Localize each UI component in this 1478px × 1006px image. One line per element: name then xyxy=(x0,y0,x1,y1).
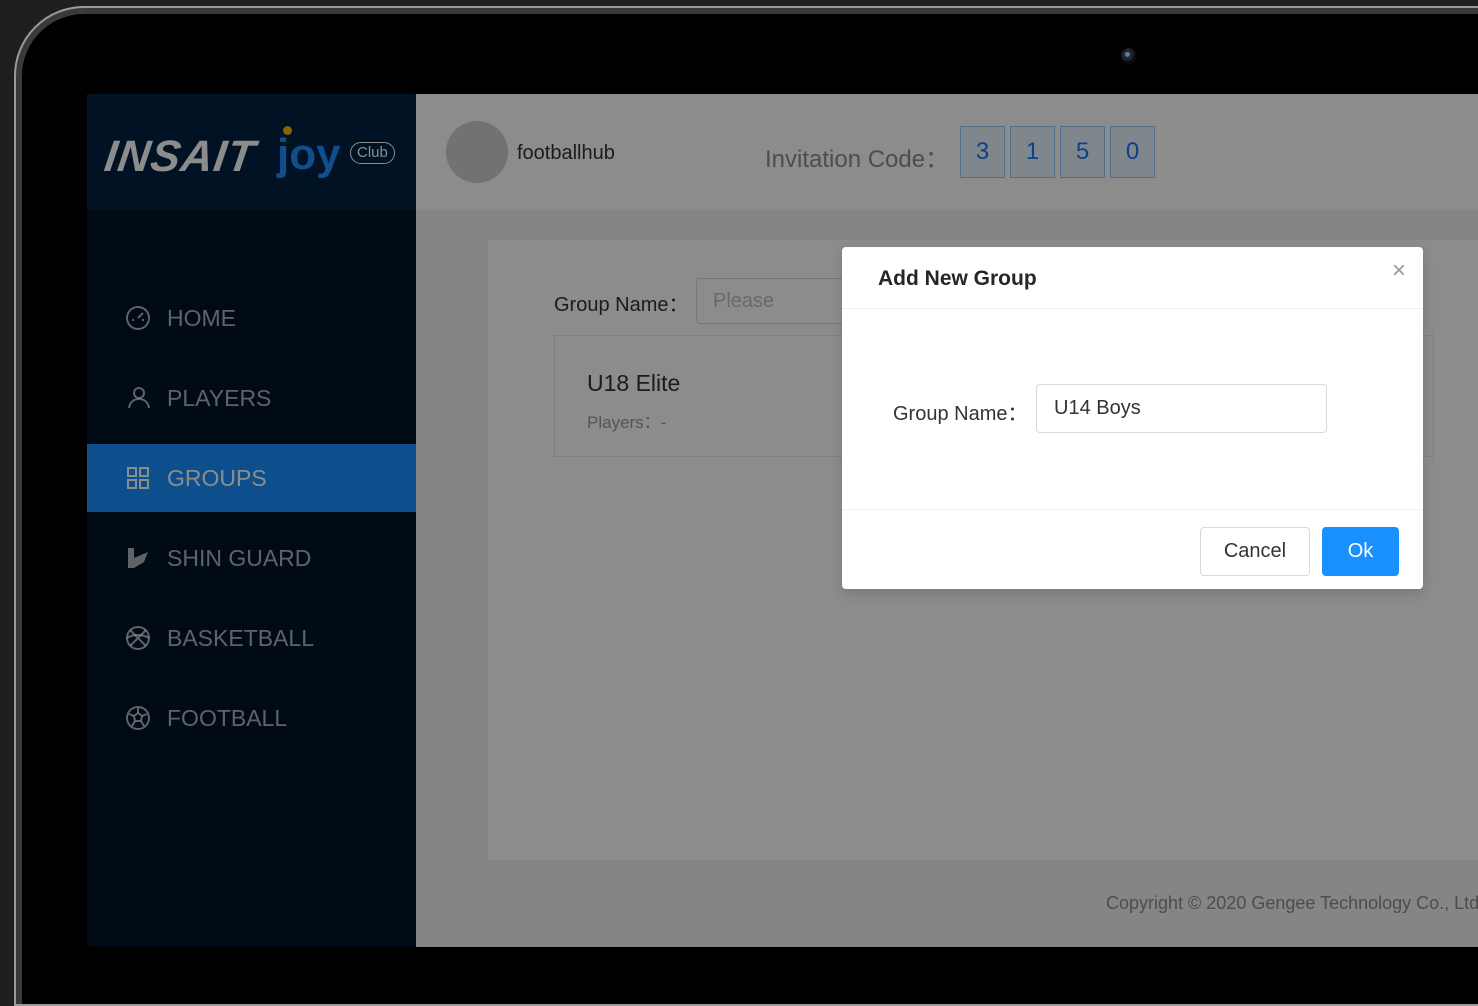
ok-button[interactable]: Ok xyxy=(1322,527,1399,576)
app-screen: INSAIT joy Club HOME PLAYERS GROUPS SHIN… xyxy=(87,94,1478,947)
group-name-input[interactable] xyxy=(1036,384,1327,433)
group-name-label: Group Name： xyxy=(893,403,1028,425)
modal-footer: Cancel Ok xyxy=(842,509,1423,589)
modal-body: Group Name： xyxy=(842,309,1423,509)
webcam xyxy=(1121,48,1137,64)
cancel-button[interactable]: Cancel xyxy=(1200,527,1310,576)
close-icon[interactable]: × xyxy=(1387,259,1411,283)
modal-title: Add New Group xyxy=(878,267,1037,290)
add-group-modal: Add New Group × Group Name： Cancel Ok xyxy=(842,247,1423,589)
modal-header: Add New Group × xyxy=(842,247,1423,309)
